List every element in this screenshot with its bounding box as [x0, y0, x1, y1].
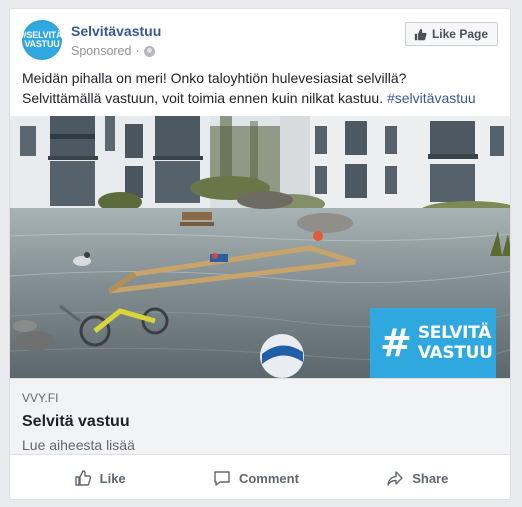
- link-description: Lue aiheesta lisää: [22, 437, 135, 453]
- globe-icon: [143, 45, 155, 57]
- post-message: Meidän pihalla on meri! Onko taloyhtiön …: [22, 68, 498, 108]
- logo-hash: #: [380, 321, 412, 365]
- link-preview[interactable]: VVY.FI Selvitä vastuu Lue aiheesta lisää: [10, 378, 510, 455]
- campaign-logo: # SELVITÄ VASTUU: [370, 308, 496, 378]
- comment-button[interactable]: Comment: [191, 463, 321, 493]
- like-button[interactable]: Like: [52, 463, 148, 493]
- like-label: Like: [99, 470, 126, 486]
- share-label: Share: [412, 470, 449, 486]
- thumbs-up-icon: [74, 470, 91, 486]
- thumbs-up-icon: [414, 28, 427, 40]
- logo-line1: SELVITÄ: [417, 323, 492, 343]
- avatar-logo-line2: VASTUU: [24, 39, 60, 49]
- post-text-line2: Selvittämällä vastuun, voit toimia ennen…: [22, 90, 387, 106]
- post-text-line1: Meidän pihalla on meri! Onko taloyhtiön …: [22, 70, 407, 86]
- sponsored-label[interactable]: Sponsored: [71, 44, 131, 58]
- page-name-link[interactable]: Selvitävastuu: [71, 23, 161, 39]
- logo-line2: VASTUU: [417, 343, 493, 363]
- comment-label: Comment: [238, 470, 299, 486]
- like-page-label: Like Page: [431, 27, 488, 41]
- share-button[interactable]: Share: [364, 463, 470, 493]
- link-domain: VVY.FI: [22, 391, 59, 405]
- separator-dot: ·: [135, 44, 140, 58]
- like-page-button[interactable]: Like Page: [404, 22, 498, 46]
- sponsored-row: Sponsored ·: [71, 44, 155, 58]
- page-avatar[interactable]: #SELVITÄ VASTUU: [22, 20, 63, 60]
- post-header: #SELVITÄ VASTUU Selvitävastuu Sponsored …: [22, 20, 498, 64]
- comment-icon: [214, 471, 230, 486]
- link-title: Selvitä vastuu: [22, 413, 130, 430]
- sponsored-post-card: #SELVITÄ VASTUU Selvitävastuu Sponsored …: [9, 8, 511, 500]
- ad-image[interactable]: # SELVITÄ VASTUU: [10, 116, 510, 378]
- share-icon: [387, 471, 403, 486]
- hashtag-link[interactable]: #selvitävastuu: [387, 90, 476, 106]
- post-actions: Like Comment Share: [10, 455, 510, 499]
